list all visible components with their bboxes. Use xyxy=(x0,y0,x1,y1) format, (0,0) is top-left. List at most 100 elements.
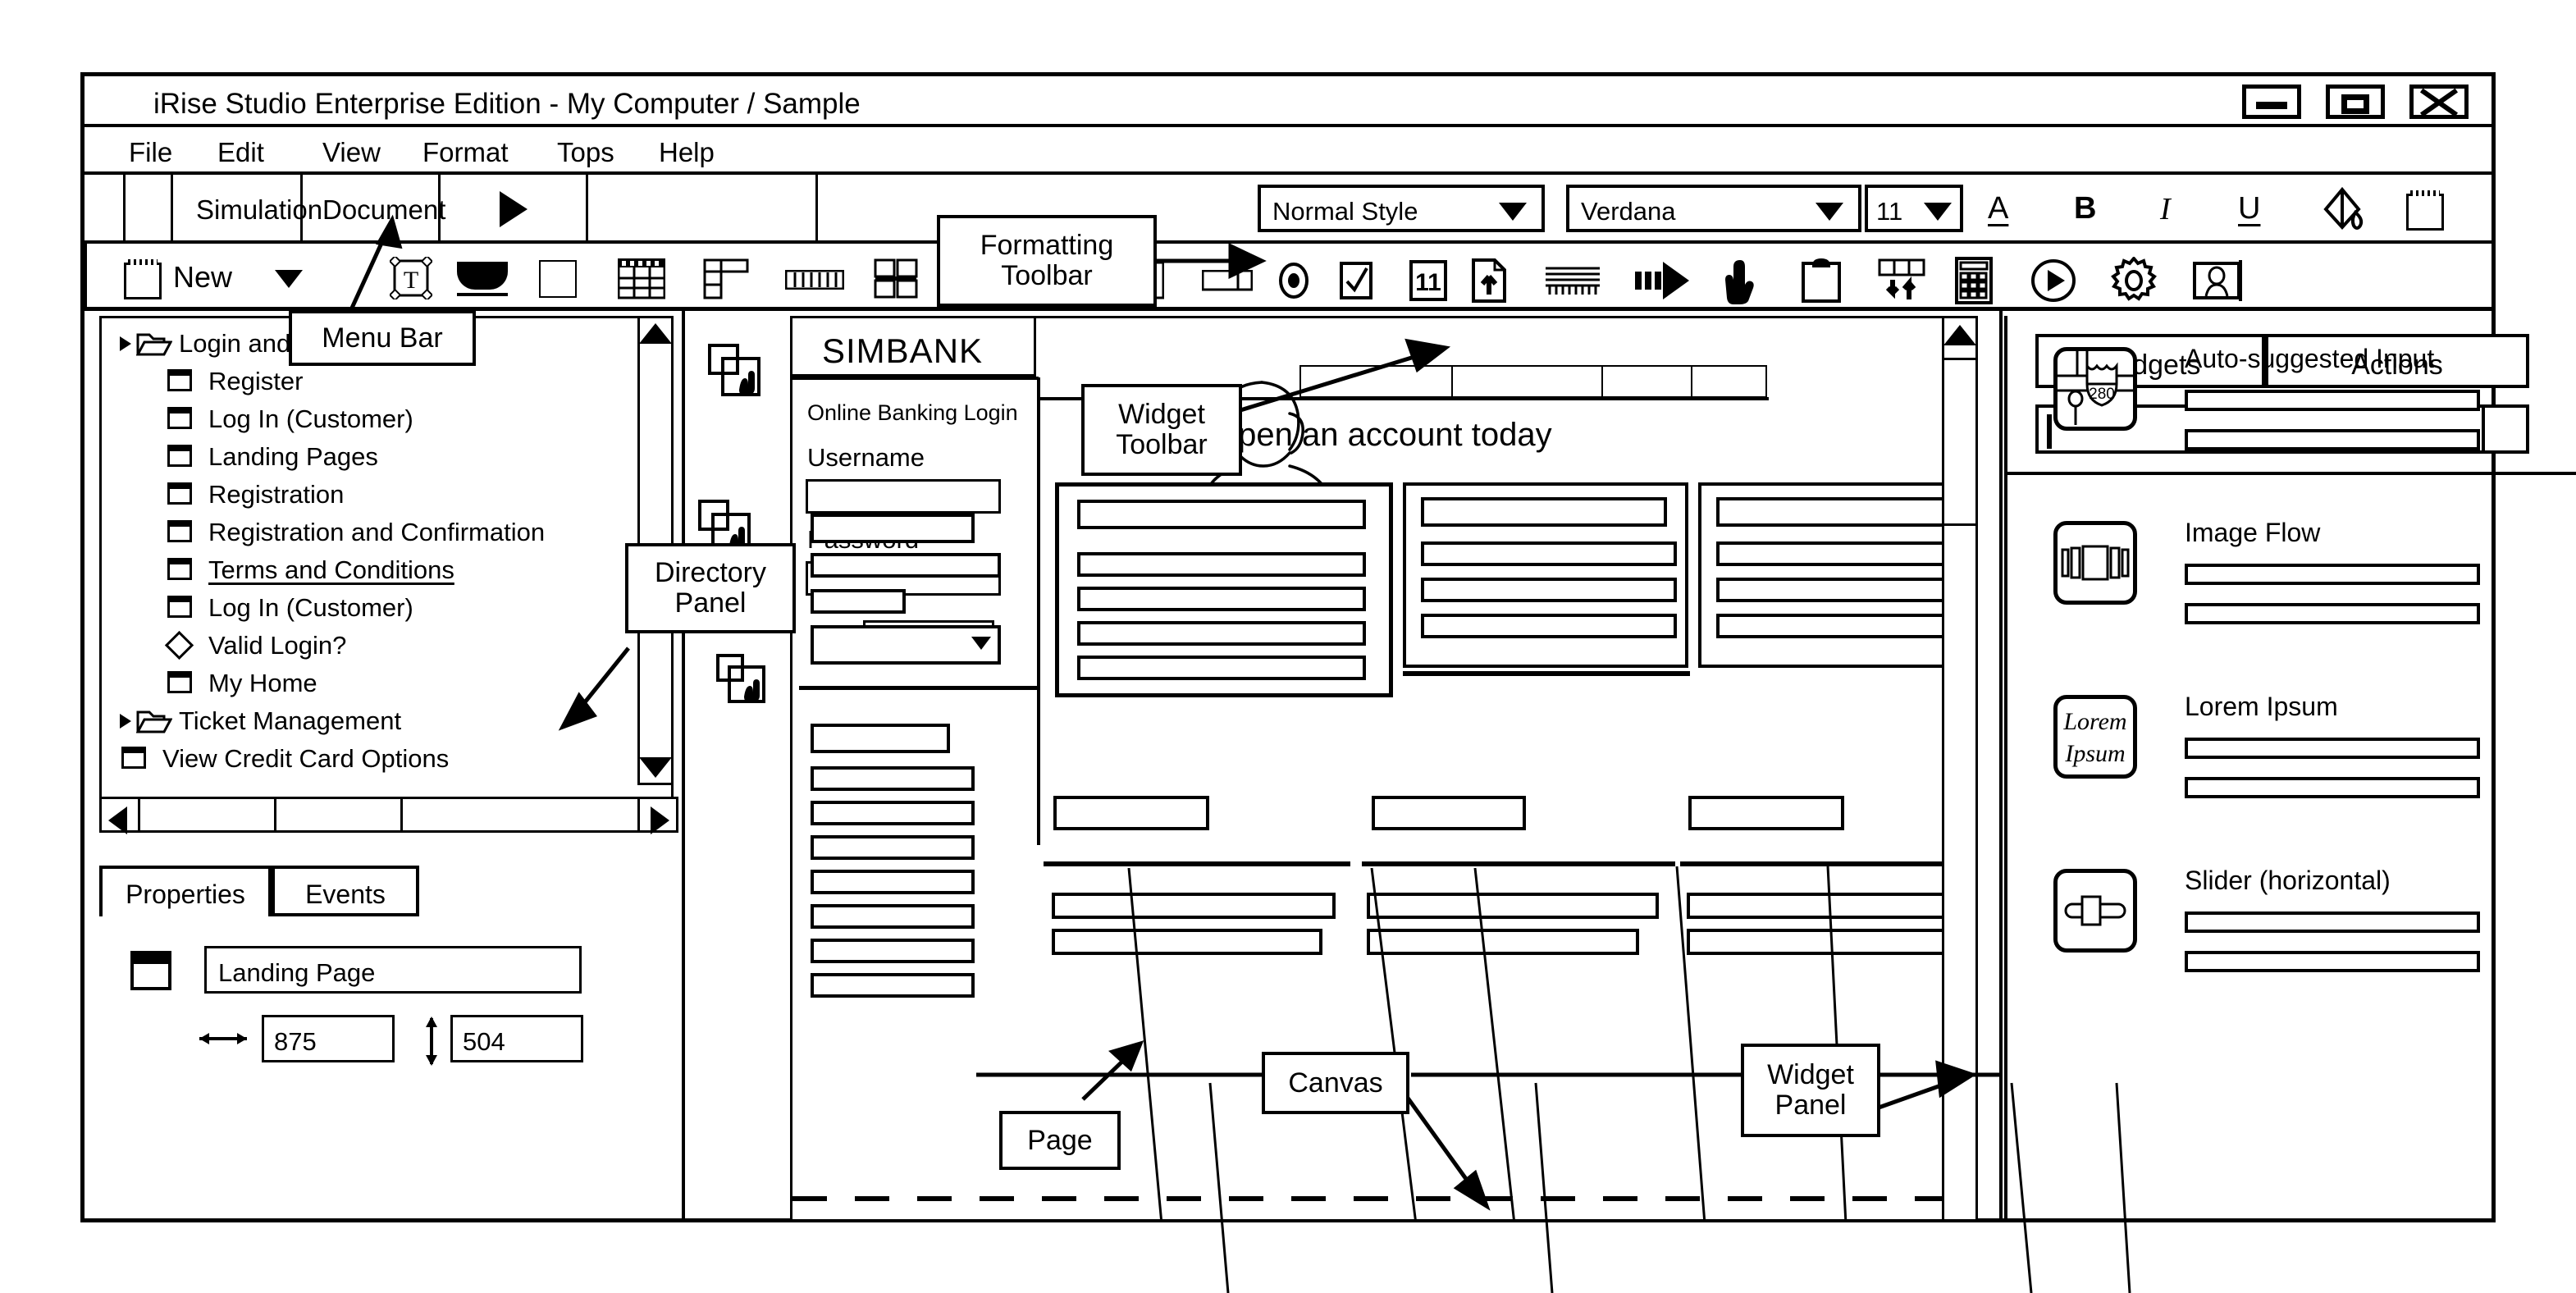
sort-button[interactable] xyxy=(1878,258,1927,303)
bold-button[interactable]: B xyxy=(2074,191,2096,226)
layout-button[interactable] xyxy=(703,258,749,299)
chevron-down-icon[interactable] xyxy=(275,270,303,288)
menu-item-file[interactable]: File xyxy=(129,137,172,168)
widget-list-item[interactable]: Image Flow xyxy=(2007,513,2576,687)
calculator-button[interactable] xyxy=(1955,257,1993,304)
menu-item-tops[interactable]: Tops xyxy=(557,137,614,168)
tree-item[interactable]: Ticket Management xyxy=(102,702,671,740)
content-bar xyxy=(1077,500,1366,529)
document-button[interactable]: Document xyxy=(303,175,445,240)
scroll-down-icon[interactable] xyxy=(639,757,672,778)
footer-rule xyxy=(1680,861,1969,866)
persona-button[interactable] xyxy=(2193,260,2244,301)
footer-heading-bar xyxy=(1372,796,1526,830)
page-stack-icon-3[interactable] xyxy=(716,654,775,713)
checkbox-button[interactable] xyxy=(1340,262,1374,299)
content-column[interactable] xyxy=(1403,482,1688,668)
menu-item-help[interactable]: Help xyxy=(659,137,715,168)
brand-header-cell: SIMBANK xyxy=(792,318,1036,377)
scroll-up-icon[interactable] xyxy=(639,323,672,344)
annotation-widget-panel: Widget Panel xyxy=(1741,1044,1880,1137)
tab-properties[interactable]: Properties xyxy=(99,866,272,916)
widget-toolbar: New T 11 xyxy=(84,244,2492,311)
page-stack-icon-1[interactable] xyxy=(708,344,767,403)
page-icon xyxy=(167,520,192,542)
simulation-button[interactable]: Simulation xyxy=(173,175,322,240)
preview-button[interactable] xyxy=(2030,258,2076,303)
text-widget-button[interactable]: T xyxy=(388,254,434,302)
clipboard-button[interactable] xyxy=(1801,258,1842,303)
login-section-rule xyxy=(799,686,1037,690)
expand-arrow-icon[interactable] xyxy=(120,336,131,351)
comb-field-button[interactable] xyxy=(1545,265,1601,296)
italic-button[interactable]: I xyxy=(2160,191,2171,227)
tree-item[interactable]: Log In (Customer) xyxy=(102,589,671,627)
scroll-left-icon[interactable] xyxy=(108,806,127,834)
number-stepper-button[interactable]: 11 xyxy=(1409,260,1448,301)
menu-item-view[interactable]: View xyxy=(322,137,381,168)
rectangle-button[interactable] xyxy=(539,260,577,298)
tree-item[interactable]: Register xyxy=(102,363,671,400)
fill-color-button[interactable] xyxy=(2318,185,2368,234)
layout-icon xyxy=(703,258,749,299)
radio-button[interactable] xyxy=(1276,262,1312,299)
font-size-select[interactable]: 11 xyxy=(1865,185,1963,232)
grid-four-button[interactable] xyxy=(874,258,918,299)
page-name-field[interactable]: Landing Page xyxy=(204,946,582,994)
pointer-button[interactable] xyxy=(1725,257,1761,304)
tree-item[interactable]: My Home xyxy=(102,665,671,702)
font-family-select[interactable]: Verdana xyxy=(1566,185,1861,232)
menu-item-format[interactable]: Format xyxy=(422,137,509,168)
expand-arrow-icon[interactable] xyxy=(120,714,131,729)
formatting-toolbar-gripper[interactable] xyxy=(588,175,818,240)
toolbar-gripper-2[interactable] xyxy=(126,175,173,240)
canvas-vertical-scrollbar[interactable] xyxy=(1942,316,1978,1222)
sidebar-dropdown[interactable] xyxy=(811,625,1001,665)
file-upload-button[interactable] xyxy=(1471,258,1507,303)
shape-filled-button[interactable] xyxy=(457,262,508,296)
tree-item[interactable]: Registration and Confirmation xyxy=(102,514,671,551)
username-input[interactable] xyxy=(806,479,1001,514)
font-color-button[interactable]: A xyxy=(1988,191,2008,226)
tree-item[interactable]: Registration xyxy=(102,476,671,514)
new-button-icon[interactable] xyxy=(124,257,162,299)
toolbar-gripper-1[interactable] xyxy=(84,175,126,240)
new-button-label[interactable]: New xyxy=(173,260,232,295)
tree-item[interactable]: Terms and Conditions xyxy=(102,551,671,589)
page-width-field[interactable]: 875 xyxy=(262,1015,395,1062)
widget-list-item[interactable]: 280 Auto-suggested Input xyxy=(2007,339,2576,513)
svg-text:T: T xyxy=(404,267,418,294)
scroll-up-icon[interactable] xyxy=(1943,325,1976,345)
split-button[interactable] xyxy=(1201,269,1254,291)
scroll-right-icon[interactable] xyxy=(651,806,669,834)
close-button[interactable] xyxy=(2409,85,2469,119)
tree-item[interactable]: Landing Pages xyxy=(102,438,671,476)
page-height-field[interactable]: 504 xyxy=(450,1015,583,1062)
widget-list-item[interactable]: Slider (horizontal) xyxy=(2007,861,2576,1035)
play-simulation-button[interactable] xyxy=(441,175,588,240)
tree-item[interactable]: View Credit Card Options xyxy=(102,740,671,778)
settings-button[interactable] xyxy=(2109,255,2158,304)
tree-item[interactable]: Valid Login? xyxy=(102,627,671,665)
play-triangle-icon xyxy=(500,191,528,227)
maximize-button[interactable] xyxy=(2326,85,2385,119)
transition-button[interactable] xyxy=(1635,260,1692,301)
right-splitter[interactable] xyxy=(1999,311,2003,1222)
minimize-button[interactable] xyxy=(2242,85,2301,119)
notes-button[interactable] xyxy=(2406,188,2444,231)
left-splitter[interactable] xyxy=(682,311,685,1222)
tree-item[interactable]: Log In (Customer) xyxy=(102,400,671,438)
table-button[interactable] xyxy=(617,258,666,299)
scrollbar-divider xyxy=(274,799,276,830)
content-panel[interactable] xyxy=(1055,482,1393,697)
paragraph-style-select[interactable]: Normal Style xyxy=(1258,185,1545,232)
menu-item-edit[interactable]: Edit xyxy=(217,137,264,168)
tree-horizontal-scrollbar[interactable] xyxy=(99,797,678,834)
user-card-icon xyxy=(2193,260,2242,301)
svg-text:11: 11 xyxy=(1415,269,1441,296)
tab-events[interactable]: Events xyxy=(272,866,419,916)
ruler-button[interactable] xyxy=(784,269,845,290)
content-column[interactable] xyxy=(1698,482,1969,668)
widget-list-item[interactable]: Lorem Ipsum Lorem Ipsum xyxy=(2007,687,2576,861)
underline-button[interactable]: U xyxy=(2238,191,2260,226)
